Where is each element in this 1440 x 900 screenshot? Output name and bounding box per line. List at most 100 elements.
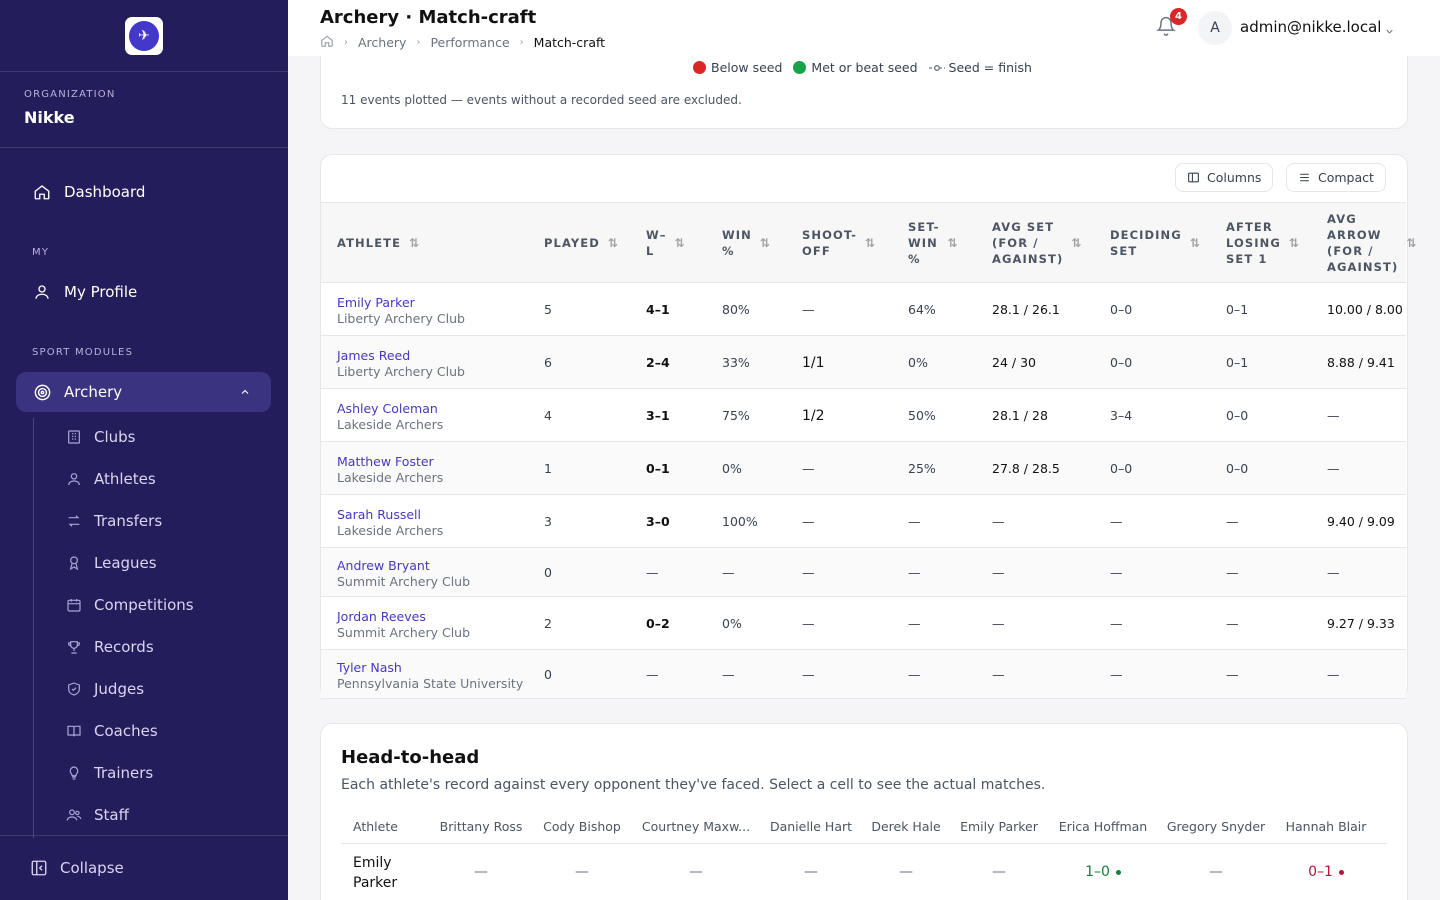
cell-played: 3	[544, 513, 552, 529]
sort-icon[interactable]: ⇅	[1289, 235, 1300, 251]
h2h-cell-value: —	[804, 864, 818, 880]
sort-icon[interactable]: ⇅	[1071, 235, 1082, 251]
athlete-name-link[interactable]: Tyler Nash	[337, 660, 402, 675]
column-header-athlete[interactable]: ATHLETE ⇅	[337, 203, 420, 283]
cell-avg-arrow: 9.40 / 9.09	[1327, 513, 1395, 529]
cell-after-losing-set-1: 0–1	[1226, 354, 1249, 370]
cell-win-pct: 0%	[722, 460, 742, 476]
sidebar-item-trainers[interactable]: Trainers	[66, 758, 266, 788]
sidebar-item-archery[interactable]: Archery	[16, 372, 271, 412]
cell-shoot-off: 1/2	[802, 407, 825, 424]
sidebar-item-competitions[interactable]: Competitions	[66, 590, 266, 620]
sidebar-item-clubs[interactable]: Clubs	[66, 422, 266, 452]
sidebar-item-coaches[interactable]: Coaches	[66, 716, 266, 746]
breadcrumb-archery[interactable]: Archery	[358, 35, 406, 50]
head-to-head-title: Head-to-head	[341, 747, 480, 768]
legend-label: Below seed	[711, 60, 783, 75]
h2h-cell: —	[431, 864, 531, 880]
athlete-name-link[interactable]: Andrew Bryant	[337, 558, 430, 573]
athlete-club: Liberty Archery Club	[337, 310, 465, 326]
cell-win-pct: 100%	[722, 513, 758, 529]
sidebar-item-judges[interactable]: Judges	[66, 674, 266, 704]
sidebar-item-athletes[interactable]: Athletes	[66, 464, 266, 494]
athlete-name-link[interactable]: Matthew Foster	[337, 454, 434, 469]
column-header-shoot-off[interactable]: SHOOT- OFF ⇅	[802, 203, 876, 283]
cell-w-l: 2–4	[646, 354, 670, 370]
sort-icon[interactable]: ⇅	[608, 235, 619, 251]
h2h-cell-value: —	[992, 864, 1006, 880]
table-row: James Reed Liberty Archery Club 6 2–4 33% 1/1…	[321, 336, 1406, 389]
sidebar-item-label: Staff	[94, 806, 129, 824]
target-icon	[32, 382, 52, 402]
sort-icon[interactable]: ⇅	[760, 235, 771, 251]
column-header-after-losing-set-1[interactable]: AFTER LOSING SET 1 ⇅	[1226, 203, 1300, 283]
header-line: SHOOT-	[802, 228, 857, 242]
header-line: OFF	[802, 244, 831, 258]
cell-after-losing-set-1: —	[1226, 615, 1239, 631]
column-header-win-pct[interactable]: WIN% ⇅	[722, 203, 771, 283]
sidebar-item-leagues[interactable]: Leagues	[66, 548, 266, 578]
athlete-name-link[interactable]: Ashley Coleman	[337, 401, 438, 416]
sort-icon[interactable]: ⇅	[1190, 235, 1201, 251]
cell-set-win-pct: —	[908, 564, 921, 580]
chevron-right-icon: ›	[416, 37, 421, 48]
sort-icon[interactable]: ⇅	[409, 235, 420, 251]
h2h-cell: —	[856, 864, 956, 880]
athlete-name-link[interactable]: Emily Parker	[337, 295, 415, 310]
sidebar-item-transfers[interactable]: Transfers	[66, 506, 266, 536]
user-email[interactable]: admin@nikke.local	[1240, 18, 1381, 36]
table-row: Tyler Nash Pennsylvania State University 0…	[321, 650, 1406, 699]
column-header-avg-arrow[interactable]: AVG ARROW (FOR / AGAINST) ⇅	[1327, 203, 1417, 283]
sidebar: ✈ ORGANIZATION Nikke Dashboard MY My Pro…	[0, 0, 288, 900]
cell-deciding-set: —	[1110, 615, 1123, 631]
column-header-played[interactable]: PLAYED ⇅	[544, 203, 619, 283]
app-logo[interactable]: ✈	[125, 16, 163, 55]
h2h-cell-value: —	[1209, 864, 1223, 880]
h2h-cell-value: —	[689, 864, 703, 880]
table-row: Emily Parker Liberty Archery Club 5 4–1 80% —…	[321, 283, 1406, 336]
sort-icon[interactable]: ⇅	[865, 235, 876, 251]
home-icon[interactable]	[320, 34, 334, 51]
cell-played: 6	[544, 354, 552, 370]
header-line: %	[908, 252, 921, 266]
chevron-up-icon	[239, 384, 251, 402]
column-header-set-win-pct[interactable]: SET- WIN% ⇅	[908, 203, 959, 283]
sort-icon[interactable]: ⇅	[675, 235, 686, 251]
avatar[interactable]: A	[1198, 11, 1232, 45]
sidebar-item-my-profile[interactable]: My Profile	[16, 272, 271, 312]
trophy-icon	[66, 639, 82, 655]
cell-deciding-set: —	[1110, 513, 1123, 529]
column-header-avg-set[interactable]: AVG SET (FOR / AGAINST) ⇅	[992, 203, 1082, 283]
sidebar-item-records[interactable]: Records	[66, 632, 266, 662]
header-line: ATHLETE	[337, 236, 402, 250]
header-line: (FOR /	[1327, 244, 1374, 258]
cell-deciding-set: 3–4	[1110, 407, 1133, 423]
cell-avg-set: —	[992, 564, 1005, 580]
column-header-w-l[interactable]: W– L ⇅	[646, 203, 686, 283]
compact-button[interactable]: Compact	[1286, 163, 1386, 192]
sort-icon[interactable]: ⇅	[947, 235, 958, 251]
h2h-cell[interactable]: 0–1	[1276, 864, 1376, 880]
cell-avg-arrow: —	[1327, 407, 1340, 423]
breadcrumb-performance[interactable]: Performance	[430, 35, 509, 50]
sidebar-item-staff[interactable]: Staff	[66, 800, 266, 830]
columns-button[interactable]: Columns	[1175, 163, 1274, 192]
column-header-label: AFTER LOSING SET 1	[1226, 219, 1281, 267]
h2h-cell[interactable]: 1–0	[1053, 864, 1153, 880]
column-header-label: SHOOT- OFF	[802, 227, 857, 259]
cell-w-l: 0–1	[646, 460, 670, 476]
sidebar-item-dashboard[interactable]: Dashboard	[16, 172, 271, 212]
collapse-button[interactable]: Collapse	[0, 835, 288, 900]
cell-played: 5	[544, 301, 552, 317]
athlete-name-link[interactable]: James Reed	[337, 348, 410, 363]
sort-icon[interactable]: ⇅	[1406, 235, 1417, 251]
athlete-name-link[interactable]: Sarah Russell	[337, 507, 421, 522]
header-line: AFTER	[1226, 220, 1273, 234]
cell-avg-set: 24 / 30	[992, 354, 1036, 370]
h2h-cell-value: 0–1	[1308, 864, 1333, 880]
cell-played: 1	[544, 460, 552, 476]
chevron-down-icon[interactable]	[1384, 22, 1395, 41]
column-header-deciding-set[interactable]: DECIDING SET ⇅	[1110, 203, 1201, 283]
athlete-name-link[interactable]: Jordan Reeves	[337, 609, 426, 624]
table-row: Jordan Reeves Summit Archery Club 2 0–2 0% — —…	[321, 597, 1406, 650]
